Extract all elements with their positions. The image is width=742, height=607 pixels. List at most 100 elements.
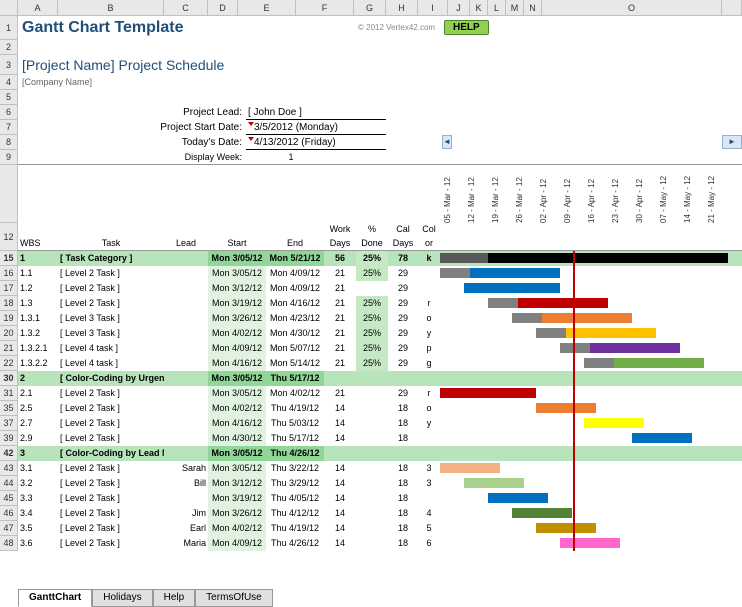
- start-cell[interactable]: Mon 3/26/12: [208, 311, 266, 326]
- wbs-cell[interactable]: 1.2: [18, 281, 58, 296]
- task-cell[interactable]: [ Task Category ]: [58, 251, 164, 266]
- lead-cell[interactable]: [164, 341, 208, 356]
- table-row[interactable]: 302[ Color-Coding by Urgency ]Mon 3/05/1…: [0, 371, 742, 386]
- lead-cell[interactable]: Maria: [164, 536, 208, 551]
- color-cell[interactable]: [418, 431, 440, 446]
- end-cell[interactable]: Thu 5/17/12: [266, 431, 324, 446]
- col-header-E[interactable]: E: [238, 0, 296, 15]
- color-cell[interactable]: 4: [418, 506, 440, 521]
- task-cell[interactable]: [ Level 2 Task ]: [58, 386, 164, 401]
- start-cell[interactable]: Mon 3/19/12: [208, 491, 266, 506]
- task-cell[interactable]: [ Level 2 Task ]: [58, 296, 164, 311]
- color-cell[interactable]: [418, 446, 440, 461]
- end-cell[interactable]: Mon 4/02/12: [266, 386, 324, 401]
- caldays-cell[interactable]: 18: [388, 431, 418, 446]
- task-cell[interactable]: [ Level 4 task ]: [58, 341, 164, 356]
- scroll-left-button[interactable]: ◄: [442, 135, 452, 149]
- task-cell[interactable]: [ Level 2 Task ]: [58, 536, 164, 551]
- start-cell[interactable]: Mon 4/02/12: [208, 521, 266, 536]
- wbs-cell[interactable]: 1: [18, 251, 58, 266]
- pctdone-cell[interactable]: [356, 491, 388, 506]
- workdays-cell[interactable]: 21: [324, 356, 356, 371]
- task-cell[interactable]: [ Level 2 Task ]: [58, 506, 164, 521]
- caldays-cell[interactable]: 29: [388, 311, 418, 326]
- table-row[interactable]: 483.6[ Level 2 Task ]MariaMon 4/09/12Thu…: [0, 536, 742, 551]
- caldays-cell[interactable]: 18: [388, 491, 418, 506]
- end-cell[interactable]: Thu 5/03/12: [266, 416, 324, 431]
- caldays-cell[interactable]: 18: [388, 401, 418, 416]
- col-header-O[interactable]: O: [542, 0, 722, 15]
- color-cell[interactable]: 3: [418, 461, 440, 476]
- table-row[interactable]: 372.7[ Level 2 Task ]Mon 4/16/12Thu 5/03…: [0, 416, 742, 431]
- task-cell[interactable]: [ Level 4 task ]: [58, 356, 164, 371]
- lead-cell[interactable]: [164, 401, 208, 416]
- start-cell[interactable]: Mon 3/12/12: [208, 281, 266, 296]
- caldays-cell[interactable]: 29: [388, 266, 418, 281]
- color-cell[interactable]: [418, 266, 440, 281]
- task-cell[interactable]: [ Color-Coding by Lead Name ]: [58, 446, 164, 461]
- pctdone-cell[interactable]: [356, 461, 388, 476]
- end-cell[interactable]: Mon 5/14/12: [266, 356, 324, 371]
- end-cell[interactable]: Thu 4/05/12: [266, 491, 324, 506]
- end-cell[interactable]: Thu 4/19/12: [266, 401, 324, 416]
- col-header-F[interactable]: F: [296, 0, 354, 15]
- color-cell[interactable]: 3: [418, 476, 440, 491]
- wbs-cell[interactable]: 3.3: [18, 491, 58, 506]
- start-cell[interactable]: Mon 3/12/12: [208, 476, 266, 491]
- task-cell[interactable]: [ Level 2 Task ]: [58, 491, 164, 506]
- today-value[interactable]: 4/13/2012 (Friday): [246, 135, 386, 150]
- lead-value[interactable]: [ John Doe ]: [246, 105, 386, 120]
- workdays-cell[interactable]: 14: [324, 506, 356, 521]
- color-cell[interactable]: y: [418, 326, 440, 341]
- table-row[interactable]: 433.1[ Level 2 Task ]SarahMon 3/05/12Thu…: [0, 461, 742, 476]
- caldays-cell[interactable]: 29: [388, 341, 418, 356]
- lead-cell[interactable]: [164, 251, 208, 266]
- workdays-cell[interactable]: 21: [324, 326, 356, 341]
- workdays-cell[interactable]: 21: [324, 296, 356, 311]
- color-cell[interactable]: [418, 491, 440, 506]
- start-cell[interactable]: Mon 4/09/12: [208, 536, 266, 551]
- lead-cell[interactable]: [164, 356, 208, 371]
- start-cell[interactable]: Mon 3/05/12: [208, 461, 266, 476]
- wbs-cell[interactable]: 2.5: [18, 401, 58, 416]
- pctdone-cell[interactable]: [356, 476, 388, 491]
- color-cell[interactable]: o: [418, 401, 440, 416]
- start-cell[interactable]: Mon 4/02/12: [208, 401, 266, 416]
- workdays-cell[interactable]: 21: [324, 281, 356, 296]
- table-row[interactable]: 151[ Task Category ]Mon 3/05/12Mon 5/21/…: [0, 251, 742, 266]
- caldays-cell[interactable]: 18: [388, 506, 418, 521]
- end-cell[interactable]: Thu 4/26/12: [266, 536, 324, 551]
- wbs-cell[interactable]: 1.3.2.2: [18, 356, 58, 371]
- wbs-cell[interactable]: 1.3: [18, 296, 58, 311]
- task-cell[interactable]: [ Level 2 Task ]: [58, 476, 164, 491]
- color-cell[interactable]: r: [418, 296, 440, 311]
- end-cell[interactable]: Thu 3/29/12: [266, 476, 324, 491]
- color-cell[interactable]: [418, 371, 440, 386]
- wbs-cell[interactable]: 3.4: [18, 506, 58, 521]
- workdays-cell[interactable]: [324, 371, 356, 386]
- wbs-cell[interactable]: 1.3.2.1: [18, 341, 58, 356]
- workdays-cell[interactable]: 14: [324, 476, 356, 491]
- sheet-tab-holidays[interactable]: Holidays: [92, 589, 152, 607]
- wbs-cell[interactable]: 3.1: [18, 461, 58, 476]
- table-row[interactable]: 443.2[ Level 2 Task ]BillMon 3/12/12Thu …: [0, 476, 742, 491]
- lead-cell[interactable]: [164, 326, 208, 341]
- start-cell[interactable]: Mon 3/05/12: [208, 386, 266, 401]
- end-cell[interactable]: Mon 4/09/12: [266, 281, 324, 296]
- table-row[interactable]: 453.3[ Level 2 Task ]Mon 3/19/12Thu 4/05…: [0, 491, 742, 506]
- wbs-cell[interactable]: 1.3.2: [18, 326, 58, 341]
- lead-cell[interactable]: [164, 446, 208, 461]
- pctdone-cell[interactable]: [356, 371, 388, 386]
- caldays-cell[interactable]: 29: [388, 281, 418, 296]
- sheet-tab-termsofuse[interactable]: TermsOfUse: [195, 589, 273, 607]
- end-cell[interactable]: Thu 4/12/12: [266, 506, 324, 521]
- wbs-cell[interactable]: 2.7: [18, 416, 58, 431]
- task-cell[interactable]: [ Color-Coding by Urgency ]: [58, 371, 164, 386]
- col-header-M[interactable]: M: [506, 0, 524, 15]
- start-cell[interactable]: Mon 4/02/12: [208, 326, 266, 341]
- pctdone-cell[interactable]: [356, 506, 388, 521]
- task-cell[interactable]: [ Level 2 Task ]: [58, 521, 164, 536]
- workdays-cell[interactable]: 21: [324, 341, 356, 356]
- caldays-cell[interactable]: 18: [388, 476, 418, 491]
- start-cell[interactable]: Mon 3/26/12: [208, 506, 266, 521]
